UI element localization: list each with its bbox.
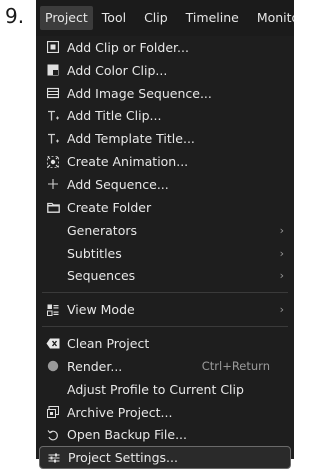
menu-item-label: Render... xyxy=(67,358,123,374)
menu-item-label: Subtitles xyxy=(67,245,122,261)
menu-item-label: Open Backup File... xyxy=(67,427,187,443)
menubar: Project Tool Clip Timeline Monitor Se xyxy=(36,0,294,36)
clean-icon xyxy=(46,337,60,351)
backup-icon xyxy=(46,428,60,442)
menu-separator xyxy=(36,287,294,298)
menu-item-label: Generators xyxy=(67,222,137,238)
menu-item-add-template-title[interactable]: Add Template Title... xyxy=(36,127,294,150)
menu-item-label: View Mode xyxy=(67,302,135,318)
menu-separator xyxy=(36,321,294,332)
render-icon xyxy=(46,359,60,373)
menu-item-adjust-profile[interactable]: Adjust Profile to Current Clip xyxy=(36,378,294,401)
color-clip-icon xyxy=(46,63,60,77)
menu-item-label: Create Animation... xyxy=(67,154,189,170)
menu-item-add-color-clip[interactable]: Add Color Clip... xyxy=(36,59,294,82)
template-title-icon xyxy=(46,132,60,146)
submenu-arrow-icon: › xyxy=(279,303,284,317)
menubar-clip[interactable]: Clip xyxy=(135,6,177,30)
menu-item-add-title-clip[interactable]: Add Title Clip... xyxy=(36,105,294,128)
step-number: 9. xyxy=(5,4,25,28)
menubar-monitor[interactable]: Monitor xyxy=(248,6,294,30)
menu-item-generators[interactable]: Generators › xyxy=(36,219,294,242)
menubar-project[interactable]: Project xyxy=(40,6,93,30)
menu-item-label: Add Image Sequence... xyxy=(67,85,212,101)
menubar-tool[interactable]: Tool xyxy=(93,6,135,30)
menu-item-label: Project Settings... xyxy=(68,450,178,466)
menu-item-subtitles[interactable]: Subtitles › xyxy=(36,242,294,265)
submenu-arrow-icon: › xyxy=(279,269,284,283)
menu-item-label: Adjust Profile to Current Clip xyxy=(67,381,244,397)
menu-item-render[interactable]: Render... Ctrl+Return xyxy=(36,355,294,378)
menu-item-label: Add Clip or Folder... xyxy=(67,39,189,55)
archive-icon xyxy=(46,405,60,419)
menu-item-label: Archive Project... xyxy=(67,404,173,420)
menu-item-label: Add Color Clip... xyxy=(67,62,168,78)
menu-item-label: Add Title Clip... xyxy=(67,108,162,124)
settings-icon xyxy=(47,451,61,465)
menu-item-view-mode[interactable]: View Mode › xyxy=(36,298,294,321)
menu-item-add-image-sequence[interactable]: Add Image Sequence... xyxy=(36,82,294,105)
menu-item-label: Create Folder xyxy=(67,199,152,215)
view-mode-icon xyxy=(46,303,60,317)
add-clip-icon xyxy=(46,40,60,54)
menu-item-open-backup-file[interactable]: Open Backup File... xyxy=(36,424,294,447)
menu-item-archive-project[interactable]: Archive Project... xyxy=(36,401,294,424)
submenu-arrow-icon: › xyxy=(279,246,284,260)
title-clip-icon xyxy=(46,109,60,123)
menu-item-clean-project[interactable]: Clean Project xyxy=(36,332,294,355)
image-sequence-icon xyxy=(46,86,60,100)
folder-icon xyxy=(46,200,60,214)
menu-item-create-animation[interactable]: Create Animation... xyxy=(36,150,294,173)
menubar-timeline[interactable]: Timeline xyxy=(177,6,248,30)
menu-item-label: Clean Project xyxy=(67,336,150,352)
menu-item-label: Add Template Title... xyxy=(67,131,195,147)
menu-item-project-settings[interactable]: Project Settings... xyxy=(39,446,291,469)
menu-item-label: Sequences xyxy=(67,268,136,284)
menu-item-label: Add Sequence... xyxy=(67,176,169,192)
app-panel: Project Tool Clip Timeline Monitor Se Ad… xyxy=(36,0,294,469)
menu-item-add-clip-or-folder[interactable]: Add Clip or Folder... xyxy=(36,36,294,59)
animation-icon xyxy=(46,155,60,169)
plus-icon xyxy=(46,177,60,191)
menu-item-create-folder[interactable]: Create Folder xyxy=(36,196,294,219)
project-menu: Add Clip or Folder... Add Color Clip... … xyxy=(36,36,294,469)
menu-item-sequences[interactable]: Sequences › xyxy=(36,264,294,287)
menu-item-add-sequence[interactable]: Add Sequence... xyxy=(36,173,294,196)
submenu-arrow-icon: › xyxy=(279,223,284,237)
shortcut-label: Ctrl+Return xyxy=(201,359,270,374)
